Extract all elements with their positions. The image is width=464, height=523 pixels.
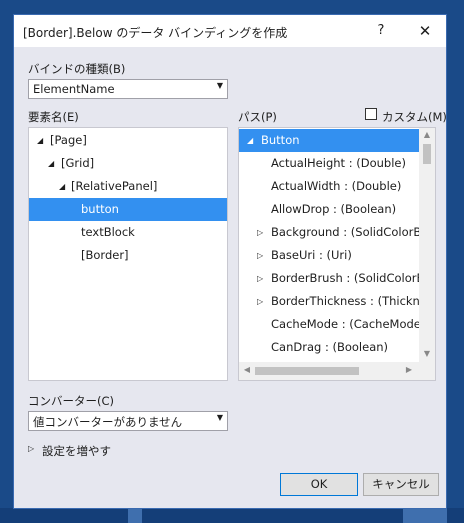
more-settings-toggle[interactable]: ▷ 設定を増やす [28,443,138,459]
converter-label: コンバーター(C) [28,394,115,408]
path-item[interactable]: ▷ BorderThickness : (Thickness) [239,290,419,313]
binding-type-combo[interactable]: ElementName ▼ [28,79,228,99]
path-item-label: AllowDrop : (Boolean) [271,202,397,216]
path-item[interactable]: AllowDrop : (Boolean) [239,198,419,221]
binding-type-value: ElementName [33,82,115,96]
path-item-label: CanDrag : (Boolean) [271,340,389,354]
path-item[interactable]: CanDrag : (Boolean) [239,336,419,359]
collapsed-arrow-icon: ▷ [28,444,35,453]
binding-type-label: バインドの種類(B) [28,62,126,76]
chevron-down-icon: ▼ [216,413,223,422]
expanded-arrow-icon: ◢ [48,159,55,168]
scroll-left-icon[interactable]: ◀ [241,365,253,374]
vertical-scrollbar[interactable]: ▲ ▼ [419,128,435,362]
scroll-right-icon[interactable]: ▶ [403,365,415,374]
binding-dialog: [Border].Below のデータ バインディングを作成 ? ✕ バインドの… [13,14,447,509]
tree-item-textblock[interactable]: textBlock [29,221,227,244]
custom-label: カスタム(M) [382,110,447,124]
help-button[interactable]: ? [366,19,396,43]
scroll-up-icon[interactable]: ▲ [419,130,435,139]
scrollbar-thumb[interactable] [423,144,431,164]
ok-button[interactable]: OK [280,473,358,496]
horizontal-scrollbar[interactable]: ◀ ▶ [239,362,435,380]
chevron-down-icon: ▼ [216,81,223,90]
path-item-label: ActualWidth : (Double) [271,179,402,193]
expanded-arrow-icon: ◢ [59,182,66,191]
converter-combo[interactable]: 値コンバーターがありません ▼ [28,411,228,431]
path-label: パス(P) [238,110,277,124]
collapsed-arrow-icon: ▷ [257,274,264,283]
tree-item-label: button [81,202,119,216]
path-item[interactable]: ActualWidth : (Double) [239,175,419,198]
expanded-arrow-icon: ◢ [37,136,44,145]
tree-item-grid[interactable]: ◢ [Grid] [29,152,227,175]
path-item-label: ActualHeight : (Double) [271,156,406,170]
path-item[interactable]: CacheMode : (CacheMode) [239,313,425,336]
tree-item-page[interactable]: ◢ [Page] [29,129,227,152]
path-item-label: BorderBrush : (SolidColorBrush) [271,271,419,285]
more-settings-label: 設定を増やす [42,444,111,458]
expanded-arrow-icon: ◢ [247,136,254,145]
path-tree[interactable]: ◢ Button ActualHeight : (Double) ActualW… [238,127,436,381]
path-item-label: BaseUri : (Uri) [271,248,352,262]
path-item[interactable]: ▷ BaseUri : (Uri) [239,244,419,267]
desktop-background [0,508,464,523]
tree-item-label: [Border] [81,248,129,262]
element-tree[interactable]: ◢ [Page] ◢ [Grid] ◢ [RelativePanel] butt… [28,127,228,381]
element-name-label: 要素名(E) [28,110,79,124]
path-item[interactable]: ▷ Background : (SolidColorBrush) [239,221,419,244]
path-item-label: BorderThickness : (Thickness) [271,294,419,308]
window-title: [Border].Below のデータ バインディングを作成 [23,26,288,40]
tree-item-relativepanel[interactable]: ◢ [RelativePanel] [29,175,227,198]
tree-item-label: [RelativePanel] [71,179,158,193]
scrollbar-thumb[interactable] [255,367,359,375]
collapsed-arrow-icon: ▷ [257,228,264,237]
path-item[interactable]: ActualHeight : (Double) [239,152,419,175]
path-item-label: Button [261,133,300,147]
tree-item-label: textBlock [81,225,135,239]
desktop-icon-fragment [403,508,447,523]
scroll-down-icon[interactable]: ▼ [419,349,435,358]
title-bar: [Border].Below のデータ バインディングを作成 ? ✕ [14,15,446,47]
tree-item-label: [Page] [50,133,87,147]
path-item-button[interactable]: ◢ Button [239,129,419,152]
collapsed-arrow-icon: ▷ [257,297,264,306]
path-item[interactable]: ▷ BorderBrush : (SolidColorBrush) [239,267,419,290]
close-button[interactable]: ✕ [410,19,440,43]
tree-item-label: [Grid] [61,156,95,170]
tree-item-button[interactable]: button [29,198,227,221]
tree-item-border[interactable]: [Border] [29,244,227,267]
cancel-button[interactable]: キャンセル [363,473,439,496]
converter-value: 値コンバーターがありません [33,415,183,429]
desktop-icon-fragment [128,508,142,523]
collapsed-arrow-icon: ▷ [257,251,264,260]
path-item-label: Background : (SolidColorBrush) [271,225,419,239]
path-item-label: CacheMode : (CacheMode) [271,317,426,331]
custom-checkbox[interactable] [365,108,377,120]
